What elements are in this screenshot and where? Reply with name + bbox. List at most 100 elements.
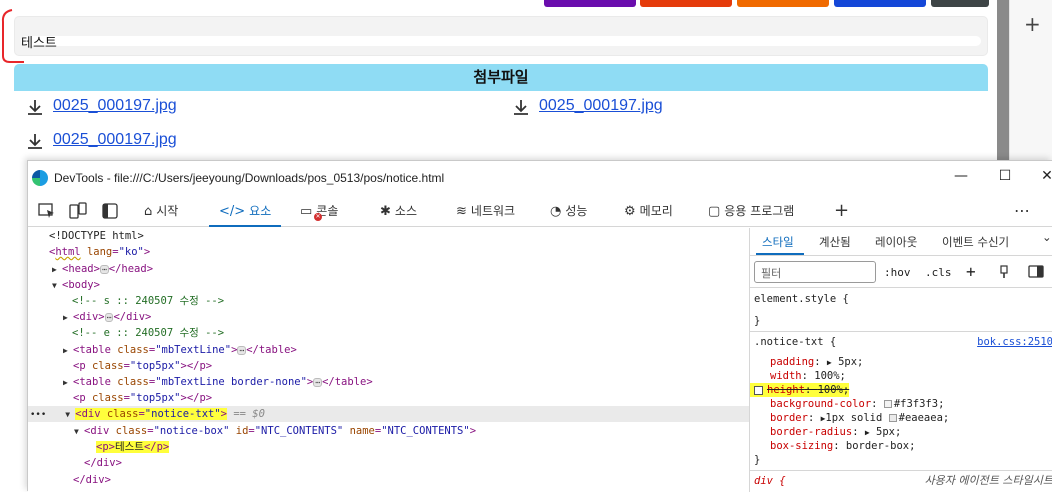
dom-node-notice-txt-selected[interactable]: ••• ▼ <div class="notice-txt"> == $0 — [28, 406, 749, 423]
elements-panel: <!DOCTYPE html> <html lang="ko"> ▶ <head>… — [28, 228, 750, 492]
notice-txt-rule-selector[interactable]: .notice-txt { — [754, 335, 836, 349]
chevron-down-icon[interactable]: ⌄ — [1042, 230, 1052, 244]
inspect-icon[interactable] — [38, 202, 56, 220]
top-button-blue[interactable] — [834, 0, 926, 7]
attachment-link[interactable]: 0025_000197.jpg — [539, 97, 663, 115]
tab-memory[interactable]: ⚙ 메모리 — [624, 195, 673, 227]
dom-node-head[interactable]: ▶ <head> ⋯ </head> — [28, 261, 749, 278]
dock-icon[interactable] — [101, 202, 119, 220]
class-toggle-button[interactable]: .cls — [925, 266, 952, 279]
minimize-button[interactable]: — — [950, 168, 972, 184]
collapse-triangle-icon[interactable]: ▼ — [65, 407, 75, 423]
dom-node-html[interactable]: <html lang="ko"> — [28, 244, 749, 260]
dom-node-p[interactable]: <p class="top5px"></p> — [28, 390, 749, 406]
tab-application[interactable]: ▢ 응용 프로그램 — [708, 195, 794, 227]
dom-node-table[interactable]: ▶ <table class="mbTextLine border-none"> ⋯… — [28, 374, 749, 391]
source-link[interactable]: bok.css:2510 — [977, 335, 1052, 349]
expand-triangle-icon[interactable]: ▶ — [52, 262, 62, 278]
user-agent-stylesheet-label: 사용자 에이전트 스타일시트 — [924, 474, 1052, 487]
color-swatch[interactable] — [888, 414, 897, 422]
styles-filter-input[interactable]: 필터 — [754, 261, 876, 283]
row-menu-icon[interactable]: ••• — [30, 410, 46, 420]
styles-filter-row: 필터 :hov .cls + — [750, 256, 1052, 288]
new-rule-button[interactable]: + — [966, 262, 976, 281]
tab-computed[interactable]: 계산됨 — [819, 234, 851, 250]
dom-node-div[interactable]: ▶ <div> ⋯ </div> — [28, 309, 749, 326]
notice-txt: 테스트 — [14, 16, 988, 56]
edge-logo-icon — [32, 170, 48, 186]
top-button-gray[interactable] — [931, 0, 989, 7]
more-tools-icon[interactable]: ⋯ — [1014, 195, 1030, 227]
home-icon: ⌂ — [144, 204, 153, 219]
collapse-triangle-icon[interactable]: ▼ — [52, 278, 62, 294]
css-prop-box-sizing[interactable]: box-sizing: border-box; — [770, 439, 915, 453]
dom-node-doctype[interactable]: <!DOCTYPE html> — [28, 228, 749, 244]
tab-welcome[interactable]: ⌂ 시작 — [144, 195, 178, 227]
notice-box — [21, 36, 981, 46]
color-swatch[interactable] — [883, 400, 892, 408]
console-icon: ▭ ✕ — [300, 204, 322, 221]
download-icon[interactable] — [512, 98, 530, 116]
tab-layout[interactable]: 레이아웃 — [875, 234, 917, 250]
expand-triangle-icon[interactable]: ▶ — [827, 358, 832, 367]
css-prop-background-color[interactable]: background-color: #f3f3f3; — [770, 397, 944, 411]
rule-divider — [750, 331, 1052, 332]
dom-node-p-content[interactable]: <p>테스트</p> — [28, 439, 749, 455]
top-button-red[interactable] — [640, 0, 732, 7]
top-button-purple[interactable] — [544, 0, 636, 7]
div-ua-rule-selector[interactable]: div { — [754, 474, 786, 488]
close-button[interactable]: ✕ — [1036, 168, 1052, 184]
bug-icon: ✱ — [380, 204, 391, 219]
add-tab-button[interactable]: + — [834, 195, 849, 227]
sidebar-toggle-icon[interactable] — [1028, 265, 1044, 278]
window-icon: ▢ — [708, 204, 721, 219]
code-icon: </> — [219, 204, 246, 219]
tab-styles[interactable]: 스타일 — [762, 234, 794, 250]
gauge-icon: ◔ — [550, 204, 562, 219]
page-scrollbar[interactable] — [997, 0, 1009, 160]
dom-node-div-close[interactable]: </div> — [28, 472, 749, 488]
css-prop-border[interactable]: border: ▶1px solid #eaeaea; — [770, 411, 949, 425]
wifi-icon: ≋ — [456, 204, 467, 219]
dom-node-comment[interactable]: <!-- s :: 240507 수정 --> — [28, 293, 749, 309]
tab-sources[interactable]: ✱ 소스 — [380, 195, 417, 227]
css-prop-padding[interactable]: padding: ▶ 5px; — [770, 355, 863, 369]
maximize-button[interactable]: ☐ — [994, 168, 1016, 184]
rule-close-brace: } — [754, 454, 761, 466]
tab-event-listeners[interactable]: 이벤트 수신기 — [942, 234, 1009, 250]
dom-node-notice-box[interactable]: ▼ <div class="notice-box" id="NTC_CONTENT… — [28, 423, 749, 440]
dom-node-comment[interactable]: <!-- e :: 240507 수정 --> — [28, 325, 749, 341]
chip-icon: ⚙ — [624, 204, 636, 219]
css-prop-border-radius[interactable]: border-radius: ▶ 5px; — [770, 425, 901, 439]
dom-node-body[interactable]: ▼ <body> — [28, 277, 749, 294]
devtools-title: DevTools - file:///C:/Users/jeeyoung/Dow… — [54, 171, 445, 185]
expand-triangle-icon[interactable]: ▶ — [63, 343, 73, 359]
expand-triangle-icon[interactable]: ▶ — [63, 310, 73, 326]
rule-close-brace: } — [754, 315, 761, 327]
tab-performance[interactable]: ◔ 성능 — [550, 195, 587, 227]
attachment-link[interactable]: 0025_000197.jpg — [53, 97, 177, 115]
css-prop-width[interactable]: width: 100%; — [770, 369, 846, 383]
css-prop-height-disabled[interactable]: height: 100%; — [750, 383, 850, 397]
dom-node-table[interactable]: ▶ <table class="mbTextLine"> ⋯ </table> — [28, 342, 749, 359]
expand-triangle-icon[interactable]: ▶ — [63, 375, 73, 391]
styles-panel: 스타일 계산됨 레이아웃 이벤트 수신기 ⌄ 필터 :hov .cls + el… — [750, 228, 1052, 492]
top-button-orange[interactable] — [737, 0, 829, 7]
tab-network[interactable]: ≋ 네트워크 — [456, 195, 515, 227]
attachment-link[interactable]: 0025_000197.jpg — [53, 131, 177, 149]
tab-console[interactable]: ▭ ✕ 콘솔 — [300, 195, 338, 227]
collapse-triangle-icon[interactable]: ▼ — [74, 424, 84, 440]
expand-triangle-icon[interactable]: ▶ — [865, 428, 870, 437]
dom-node-p[interactable]: <p class="top5px"></p> — [28, 358, 749, 374]
download-icon[interactable] — [26, 132, 44, 150]
property-checkbox[interactable] — [754, 385, 763, 395]
tab-elements[interactable]: </> 요소 — [209, 195, 282, 227]
paint-brush-icon[interactable] — [998, 265, 1010, 279]
device-emulation-icon[interactable] — [69, 202, 87, 220]
dom-node-div-close[interactable]: </div> — [28, 455, 749, 471]
element-style-rule[interactable]: element.style { — [754, 292, 849, 306]
add-button[interactable]: + — [1024, 12, 1041, 36]
download-icon[interactable] — [26, 98, 44, 116]
devtools-window: DevTools - file:///C:/Users/jeeyoung/Dow… — [27, 160, 1052, 492]
hover-toggle-button[interactable]: :hov — [884, 266, 911, 279]
